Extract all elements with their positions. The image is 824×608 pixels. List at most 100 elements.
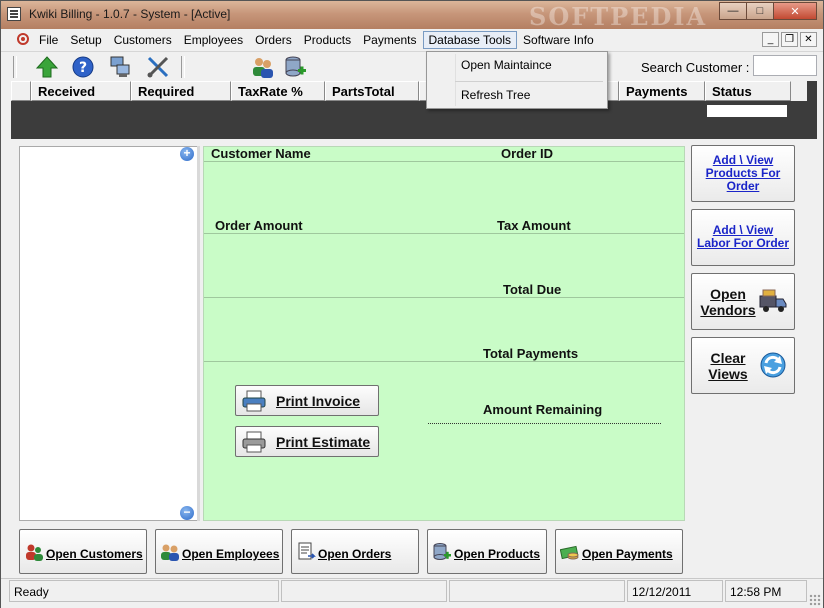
resize-grip[interactable] <box>809 594 821 606</box>
up-arrow-icon[interactable] <box>35 55 59 79</box>
menu-payments[interactable]: Payments <box>357 31 422 49</box>
column-partstotal[interactable]: PartsTotal <box>325 81 419 101</box>
status-date: 12/12/2011 <box>627 580 723 602</box>
menu-database-tools[interactable]: Database Tools <box>422 31 517 49</box>
products-line1: Add \ View <box>712 153 774 167</box>
open-customers-button[interactable]: Open Customers <box>19 529 147 574</box>
column-required[interactable]: Required <box>131 81 231 101</box>
status-panel-2 <box>281 580 447 602</box>
labor-line1: Add \ View <box>712 223 774 237</box>
products-line3: Order <box>726 179 760 193</box>
help-icon[interactable]: ? <box>71 55 95 79</box>
open-orders-label: Open Orders <box>318 547 392 561</box>
add-view-products-button[interactable]: Add \ View Products For Order <box>691 145 795 202</box>
system-menu-icon[interactable] <box>17 33 29 45</box>
divider <box>204 297 684 298</box>
print-estimate-button[interactable]: Print Estimate <box>235 426 379 457</box>
grid-status-cell[interactable] <box>707 105 787 117</box>
products-line2: Products For <box>705 166 781 180</box>
menu-items: File Setup Customers Employees Orders Pr… <box>33 29 600 51</box>
print-invoice-label: Print Invoice <box>276 393 361 409</box>
vendors-line2: Vendors <box>700 302 756 318</box>
status-bar: Ready 12/12/2011 12:58 PM <box>1 578 823 608</box>
svg-text:?: ? <box>79 60 87 76</box>
watermark: SOFTPEDIA <box>529 2 708 31</box>
clear-views-label: Clear Views <box>698 350 758 382</box>
status-time: 12:58 PM <box>725 580 807 602</box>
labor-line2: Labor For Order <box>696 236 789 250</box>
minimize-button[interactable]: — <box>719 2 747 20</box>
open-payments-label: Open Payments <box>582 547 673 561</box>
truck-icon <box>759 289 787 312</box>
customer-tree[interactable] <box>19 146 199 521</box>
open-employees-button[interactable]: Open Employees <box>155 529 283 574</box>
menu-customers[interactable]: Customers <box>108 31 178 49</box>
window-controls: — □ ✕ <box>719 2 817 20</box>
collapse-all-icon[interactable]: − <box>180 506 194 520</box>
menu-software-info[interactable]: Software Info <box>517 31 600 49</box>
divider <box>204 361 684 362</box>
users-icon[interactable] <box>251 55 275 79</box>
toolbar-separator <box>13 56 17 78</box>
clear-line1: Clear <box>710 350 746 366</box>
toolbar: ? Search Customer : <box>1 51 823 81</box>
mdi-restore-button[interactable]: ❐ <box>781 32 798 47</box>
total-due-label: Total Due <box>503 282 562 297</box>
vendors-line1: Open <box>710 286 746 302</box>
database-add-icon[interactable] <box>283 55 307 79</box>
search-customer-input[interactable] <box>753 55 817 76</box>
clear-views-button[interactable]: Clear Views <box>691 337 795 394</box>
order-summary-panel <box>203 146 685 521</box>
payments-icon <box>560 545 579 560</box>
customers-icon <box>26 544 43 561</box>
open-employees-label: Open Employees <box>182 547 280 561</box>
search-customer-label: Search Customer : <box>641 60 750 75</box>
products-database-icon <box>433 543 451 560</box>
menu-employees[interactable]: Employees <box>178 31 249 49</box>
menu-products[interactable]: Products <box>298 31 357 49</box>
order-amount-label: Order Amount <box>215 218 303 233</box>
menu-item-refresh-tree[interactable]: Refresh Tree <box>427 84 605 106</box>
column-status[interactable]: Status <box>705 81 791 101</box>
open-customers-label: Open Customers <box>46 547 143 561</box>
close-button[interactable]: ✕ <box>773 2 817 20</box>
mdi-close-button[interactable]: ✕ <box>800 32 817 47</box>
database-tools-menu: Open Maintaince Refresh Tree <box>426 51 608 109</box>
open-payments-button[interactable]: Open Payments <box>555 529 683 574</box>
app-icon[interactable] <box>7 7 21 21</box>
grid-row-header <box>11 81 31 101</box>
refresh-icon <box>760 352 786 378</box>
total-payments-label: Total Payments <box>483 346 579 361</box>
menu-setup[interactable]: Setup <box>64 31 107 49</box>
network-computer-icon[interactable] <box>108 55 132 79</box>
divider <box>204 161 684 162</box>
menu-separator <box>455 81 603 82</box>
print-estimate-label: Print Estimate <box>276 434 371 450</box>
mdi-minimize-button[interactable]: _ <box>762 32 779 47</box>
column-received[interactable]: Received <box>31 81 131 101</box>
maximize-button[interactable]: □ <box>746 2 774 20</box>
column-taxrate[interactable]: TaxRate % <box>231 81 325 101</box>
menu-file[interactable]: File <box>33 31 64 49</box>
amount-remaining-line <box>428 423 661 424</box>
menu-item-open-maintaince[interactable]: Open Maintaince <box>427 54 605 76</box>
print-invoice-button[interactable]: Print Invoice <box>235 385 379 416</box>
open-vendors-button[interactable]: Open Vendors <box>691 273 795 330</box>
status-panel-3 <box>449 580 625 602</box>
tax-amount-label: Tax Amount <box>497 218 571 233</box>
title-bar[interactable]: Kwiki Billing - 1.0.7 - System - [Active… <box>1 1 823 31</box>
tools-icon[interactable] <box>146 55 170 79</box>
employees-icon <box>161 544 179 561</box>
add-view-labor-button[interactable]: Add \ View Labor For Order <box>691 209 795 266</box>
expand-all-icon[interactable]: + <box>180 147 194 161</box>
order-id-label: Order ID <box>501 146 554 161</box>
open-orders-button[interactable]: Open Orders <box>291 529 419 574</box>
customer-name-label: Customer Name <box>211 146 311 161</box>
orders-icon <box>298 542 316 560</box>
tree-scrollbar[interactable] <box>197 146 200 521</box>
toolbar-separator <box>181 56 185 78</box>
open-products-button[interactable]: Open Products <box>427 529 547 574</box>
mdi-controls: _ ❐ ✕ <box>760 32 817 47</box>
column-payments[interactable]: Payments <box>619 81 705 101</box>
menu-orders[interactable]: Orders <box>249 31 298 49</box>
